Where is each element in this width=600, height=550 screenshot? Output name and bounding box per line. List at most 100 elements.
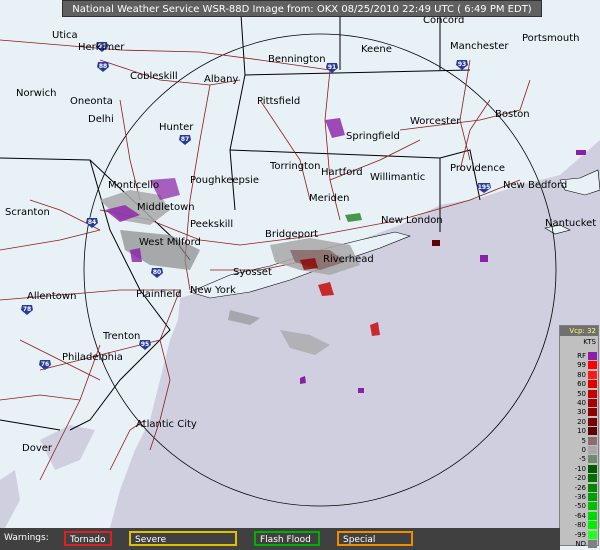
legend-swatch [588,493,597,501]
svg-text:Hunter: Hunter [159,122,194,133]
warnings-bar: Warnings: Tornado Severe Thunderstorm Fl… [0,528,560,550]
city-marker: Utica [52,30,78,41]
svg-text:Herkimer: Herkimer [78,42,125,53]
legend-swatch [588,464,597,473]
city-marker: Peekskill [190,219,233,230]
velocity-legend: Vcp: 32 KTS RF 99 80 60 50 40 30 20 10 5 0 -5 -10 -20… [559,325,599,549]
svg-text:Willimantic: Willimantic [370,172,425,183]
svg-text:New Bedford: New Bedford [503,180,567,191]
city-marker: Bennington [268,54,326,65]
svg-text:84: 84 [88,219,96,226]
svg-text:91: 91 [328,64,336,71]
city-marker: Hartford [321,167,363,178]
legend-swatch [588,483,597,492]
svg-text:93: 93 [458,61,466,68]
svg-text:Monticello: Monticello [108,180,159,191]
svg-text:80: 80 [153,269,161,276]
svg-text:Nantucket: Nantucket [545,218,596,229]
city-marker: New York [190,285,236,296]
svg-text:Scranton: Scranton [5,207,50,218]
svg-text:New London: New London [381,215,443,226]
svg-text:New York: New York [190,285,236,296]
city-marker: Monticello [108,180,159,191]
city-marker: Worcester [410,116,461,127]
city-marker: Middletown [137,202,195,213]
warnings-label: Warnings: [4,533,49,543]
legend-swatch [588,399,597,407]
warning-flash-flood[interactable]: Flash Flood [254,531,320,546]
city-marker: Cobleskill [130,71,178,82]
legend-swatch [588,361,597,370]
legend-label: ND [575,540,586,548]
svg-text:Manchester: Manchester [450,41,509,52]
legend-swatch [588,370,597,379]
svg-text:195: 195 [478,184,491,191]
city-marker: Oneonta [70,96,113,107]
city-marker: Manchester [450,41,509,52]
city-marker: Norwich [16,88,57,99]
svg-text:Bennington: Bennington [268,54,326,65]
city-marker: Riverhead [323,254,374,265]
city-marker: Pittsfield [257,96,300,107]
svg-text:Hartford: Hartford [321,167,363,178]
legend-swatch [588,408,597,417]
svg-text:Syosset: Syosset [233,267,272,278]
warning-tornado[interactable]: Tornado [64,531,112,546]
legend-swatch [588,380,597,389]
legend-swatch [588,389,597,398]
legend-swatch [588,446,597,454]
warning-severe-thunderstorm[interactable]: Severe Thunderstorm [129,531,237,546]
svg-text:Keene: Keene [361,44,392,55]
city-marker: Providence [450,163,505,174]
legend-swatch [588,427,597,436]
svg-text:West Milford: West Milford [139,237,201,248]
legend-swatch [588,352,597,360]
city-marker: West Milford [139,237,201,248]
city-marker: Meriden [309,193,350,204]
legend-row: ND [560,539,598,549]
city-marker: Hunter [159,122,194,133]
city-marker: Springfield [346,131,400,142]
svg-text:Providence: Providence [450,163,505,174]
svg-text:Poughkeepsie: Poughkeepsie [190,175,259,186]
city-marker: New Bedford [503,180,567,191]
svg-text:Riverhead: Riverhead [323,254,374,265]
city-marker: Trenton [102,331,140,342]
city-marker: Torrington [269,161,320,172]
city-marker: Albany [204,74,238,85]
svg-text:88: 88 [99,63,107,70]
warning-special-marine[interactable]: Special Marine [337,531,413,546]
svg-text:Delhi: Delhi [88,114,114,125]
city-marker: Philadelphia [62,352,123,363]
svg-text:Pittsfield: Pittsfield [257,96,300,107]
radar-map: 88 90 91 93 87 84 80 95 78 76 195 Utica … [0,0,600,550]
city-marker: Plainfield [136,289,182,300]
city-marker: Nantucket [545,218,596,229]
svg-text:Trenton: Trenton [102,331,140,342]
city-marker: Poughkeepsie [190,175,259,186]
legend-swatch [588,540,597,548]
svg-text:Atlantic City: Atlantic City [136,419,197,430]
svg-text:Oneonta: Oneonta [70,96,113,107]
svg-text:Boston: Boston [495,109,530,120]
city-marker: Willimantic [370,172,425,183]
city-marker: Allentown [27,291,76,302]
svg-text:Plainfield: Plainfield [136,289,182,300]
svg-text:Allentown: Allentown [27,291,76,302]
radar-frame: 88 90 91 93 87 84 80 95 78 76 195 Utica … [0,0,600,550]
legend-swatch [588,511,597,520]
svg-text:78: 78 [23,306,31,313]
city-marker: Boston [495,109,530,120]
legend-swatch [588,474,597,483]
legend-swatch [588,436,597,445]
city-marker: Keene [361,44,392,55]
svg-text:Norwich: Norwich [16,88,57,99]
svg-text:Albany: Albany [204,74,238,85]
city-marker: Scranton [5,207,50,218]
city-marker: New London [381,215,443,226]
svg-text:Dover: Dover [22,443,53,454]
title-bar: National Weather Service WSR-88D Image f… [62,0,542,17]
svg-text:Philadelphia: Philadelphia [62,352,123,363]
legend-swatch [588,521,597,530]
city-marker: Syosset [233,267,272,278]
